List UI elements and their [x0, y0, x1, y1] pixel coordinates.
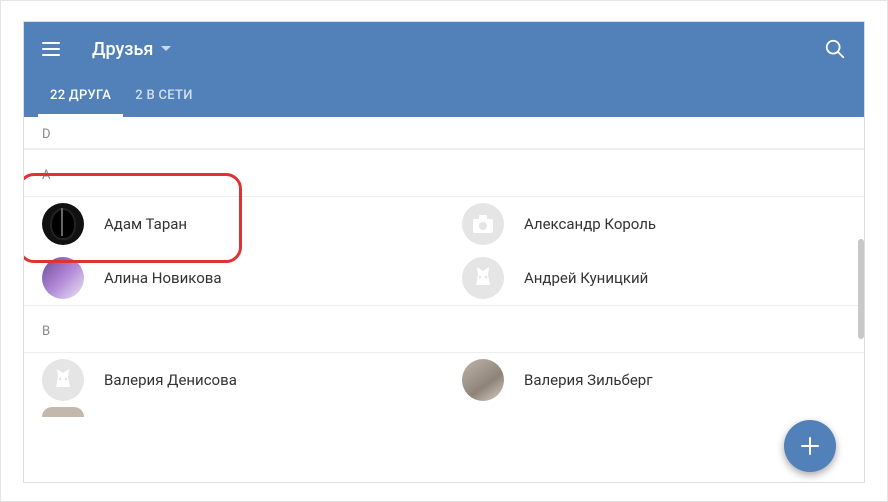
tabs: 22 ДРУГА 2 В СЕТИ: [24, 76, 864, 117]
avatar: [42, 359, 84, 401]
friend-name: Андрей Куницкий: [524, 269, 648, 287]
avatar: [42, 257, 84, 299]
section-v: В: [24, 305, 864, 353]
avatar: [462, 203, 504, 245]
friend-alex[interactable]: Александр Король: [444, 197, 864, 251]
plus-icon: [799, 435, 821, 457]
peek-row: [24, 407, 864, 417]
avatar: [42, 203, 84, 245]
search-icon[interactable]: [824, 38, 846, 60]
scrollbar[interactable]: [858, 239, 864, 339]
avatar-peek: [42, 407, 84, 417]
friend-name: Александр Король: [524, 215, 656, 233]
screen: Друзья 22 ДРУГА 2 В СЕТИ D А: [23, 21, 865, 483]
menu-icon[interactable]: [42, 37, 66, 61]
avatar: [462, 257, 504, 299]
page-title: Друзья: [92, 39, 153, 60]
dog-icon: [468, 263, 498, 293]
topbar: Друзья: [24, 22, 864, 76]
avatar: [462, 359, 504, 401]
friend-name: Валерия Зильберг: [524, 371, 653, 389]
friend-andrey[interactable]: Андрей Куницкий: [444, 251, 864, 305]
friend-valeria-d[interactable]: Валерия Денисова: [24, 353, 444, 407]
app-frame: Друзья 22 ДРУГА 2 В СЕТИ D А: [0, 0, 888, 502]
dropdown-icon: [161, 46, 171, 52]
section-d: D: [24, 117, 864, 149]
section-a: А: [24, 149, 864, 197]
section-v-grid: Валерия Денисова Валерия Зильберг: [24, 353, 864, 407]
friend-valeria-z[interactable]: Валерия Зильберг: [444, 353, 864, 407]
page-title-dropdown[interactable]: Друзья: [92, 39, 171, 60]
friend-name: Адам Таран: [104, 215, 187, 233]
section-a-grid: Адам Таран Александр Король Алина Новико: [24, 197, 864, 305]
friend-alina[interactable]: Алина Новикова: [24, 251, 444, 305]
friends-list: D А Адам Таран Александр Король: [24, 117, 864, 482]
header: Друзья 22 ДРУГА 2 В СЕТИ: [24, 22, 864, 117]
friend-name: Алина Новикова: [104, 269, 222, 287]
tab-friends[interactable]: 22 ДРУГА: [38, 76, 123, 117]
tab-online[interactable]: 2 В СЕТИ: [123, 76, 205, 117]
dog-icon: [48, 365, 78, 395]
camera-icon: [472, 214, 494, 234]
friend-name: Валерия Денисова: [104, 371, 237, 389]
friend-adam[interactable]: Адам Таран: [24, 197, 444, 251]
add-friend-button[interactable]: [784, 420, 836, 472]
